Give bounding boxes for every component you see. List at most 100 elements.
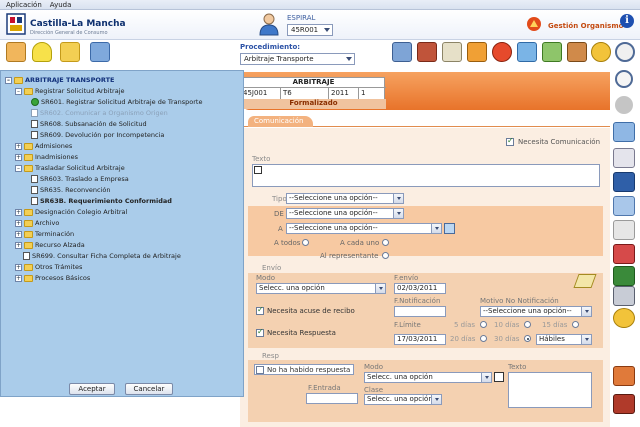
collapse-icon[interactable]: – xyxy=(15,87,22,95)
clip-icon[interactable] xyxy=(613,244,635,264)
menu-aplicacion[interactable]: Aplicación xyxy=(6,1,42,9)
share-icon[interactable] xyxy=(613,196,635,216)
expand-icon[interactable]: + xyxy=(15,274,22,282)
accept-button[interactable]: Aceptar xyxy=(69,383,115,395)
tools-icon[interactable] xyxy=(6,42,26,62)
tree-node-recurso[interactable]: + Recurso Alzada xyxy=(15,240,85,250)
settings-icon[interactable] xyxy=(591,42,611,62)
expand-icon[interactable]: + xyxy=(15,153,22,161)
expand-icon[interactable]: + xyxy=(15,142,22,150)
tree-node-sr63b[interactable]: SR63B. Requerimiento Conformidad xyxy=(31,196,172,206)
tree-node-registrar[interactable]: – Registrar Solicitud Arbitraje xyxy=(15,86,125,96)
dias-10-radio[interactable] xyxy=(524,321,531,328)
expand-icon[interactable]: + xyxy=(15,230,22,238)
procedimiento-select[interactable]: Arbitraje Transporte xyxy=(240,53,355,65)
dias-20-radio[interactable] xyxy=(480,335,487,342)
necesita-acuse-checkbox[interactable] xyxy=(256,305,264,315)
tree-node-procesos[interactable]: + Procesos Básicos xyxy=(15,273,90,283)
documents-icon[interactable] xyxy=(442,42,462,62)
print-icon[interactable] xyxy=(613,286,635,306)
al-representante-radio[interactable] xyxy=(382,252,389,259)
edit-icon[interactable] xyxy=(613,122,635,142)
expand-icon[interactable]: + xyxy=(15,208,22,216)
tree-node-sr601[interactable]: SR601. Registrar Solicitud Arbitraje de … xyxy=(31,97,202,107)
menu-ayuda[interactable]: Ayuda xyxy=(50,1,72,9)
modo-select[interactable]: Selecc. una opción xyxy=(256,283,386,294)
f-envio-input[interactable]: 02/03/2011 xyxy=(394,283,446,294)
gestion-organismo-link[interactable]: Gestión Organismo xyxy=(548,22,623,30)
tree-node-sr699[interactable]: SR699. Consultar Ficha Completa de Arbit… xyxy=(23,251,181,261)
tree-root[interactable]: – ARBITRAJE TRANSPORTE xyxy=(5,75,114,85)
dias-15-radio[interactable] xyxy=(572,321,579,328)
collapse-icon[interactable]: – xyxy=(15,164,22,172)
exit-icon[interactable] xyxy=(613,394,635,414)
books-icon[interactable] xyxy=(392,42,412,62)
a-todos-radio[interactable] xyxy=(302,239,309,246)
tree-node-terminacion[interactable]: + Terminación xyxy=(15,229,74,239)
tree-node-sr609[interactable]: SR609. Devolución por Incompetencia xyxy=(31,130,164,140)
globe-icon[interactable] xyxy=(492,42,512,62)
settings-icon[interactable] xyxy=(613,308,635,328)
tree-node-trasladar[interactable]: – Trasladar Solicitud Arbitraje xyxy=(15,163,125,173)
calendar-icon[interactable] xyxy=(467,42,487,62)
a-cada-uno-radio[interactable] xyxy=(382,239,389,246)
tree-node-otros[interactable]: + Otros Trámites xyxy=(15,262,82,272)
texto-textarea[interactable] xyxy=(252,164,600,187)
habiles-select[interactable]: Hábiles xyxy=(536,334,592,345)
dias-30-radio[interactable] xyxy=(524,335,531,342)
tab-comunicacion[interactable]: Comunicación xyxy=(248,116,314,127)
resp-texto-textarea[interactable] xyxy=(508,372,592,408)
tree-node-designacion[interactable]: + Designación Colegio Arbitral xyxy=(15,207,127,217)
necesita-comunicacion-checkbox[interactable] xyxy=(506,136,514,146)
necesita-respuesta-checkbox[interactable] xyxy=(256,327,264,337)
dias-5-radio[interactable] xyxy=(480,321,487,328)
f-entrada-input[interactable] xyxy=(306,393,358,404)
a-select[interactable]: --Seleccione una opción-- xyxy=(286,223,442,234)
transfer-icon[interactable] xyxy=(542,42,562,62)
cancel-button[interactable]: Cancelar xyxy=(125,383,173,395)
lightbulb-icon[interactable] xyxy=(32,42,52,62)
save-icon[interactable] xyxy=(613,172,635,192)
tree-node-archivo[interactable]: + Archivo xyxy=(15,218,59,228)
text-editor-icon[interactable] xyxy=(494,372,504,382)
motivo-select[interactable]: --Seleccione una opción-- xyxy=(480,306,592,317)
no-respuesta-checkbox[interactable] xyxy=(256,366,264,374)
tree-node-sr603[interactable]: SR603. Traslado a Empresa xyxy=(31,174,129,184)
tree-node-sr635[interactable]: SR635. Reconvención xyxy=(31,185,111,195)
tree-node-inadmisiones[interactable]: + Inadmisiones xyxy=(15,152,78,162)
abacus-icon[interactable] xyxy=(567,42,587,62)
back-icon[interactable] xyxy=(615,96,633,114)
expand-icon[interactable]: + xyxy=(15,241,22,249)
zoom-icon[interactable] xyxy=(615,42,635,62)
user-icon xyxy=(259,13,279,36)
document-icon xyxy=(31,120,38,128)
tools-icon[interactable] xyxy=(613,366,635,386)
necesita-acuse-label: Necesita acuse de recibo xyxy=(267,307,355,315)
f-notificacion-input[interactable] xyxy=(394,306,446,317)
attach-icon[interactable] xyxy=(613,220,635,240)
envelope-icon[interactable] xyxy=(613,148,635,168)
info-icon[interactable]: i xyxy=(620,14,634,28)
search-docs-icon[interactable] xyxy=(517,42,537,62)
library-icon[interactable] xyxy=(417,42,437,62)
folder-icon[interactable] xyxy=(60,42,80,62)
resp-modo-select[interactable]: Selecc. una opción xyxy=(364,372,492,383)
expand-icon[interactable]: + xyxy=(15,263,22,271)
tree-node-admisiones[interactable]: + Admisiones xyxy=(15,141,72,151)
folder-icon xyxy=(24,164,33,172)
f-limite-input[interactable]: 17/03/2011 xyxy=(394,334,446,345)
excel-icon[interactable] xyxy=(613,266,635,286)
dias-20-label: 20 días xyxy=(450,335,476,343)
collapse-icon[interactable]: – xyxy=(5,76,12,84)
user-select[interactable]: 45R001 xyxy=(287,24,333,36)
magnifier-icon[interactable] xyxy=(615,70,633,88)
text-editor-icon[interactable] xyxy=(254,166,262,174)
tipo-select[interactable]: --Seleccione una opción-- xyxy=(286,193,404,204)
tree-node-label: Admisiones xyxy=(35,142,73,150)
clase-select[interactable]: Selecc. una opción xyxy=(364,394,442,405)
expand-icon[interactable]: + xyxy=(15,219,22,227)
tree-node-sr608[interactable]: SR608. Subsanación de Solicitud xyxy=(31,119,147,129)
de-select[interactable]: --Seleccione una opción-- xyxy=(286,208,404,219)
network-icon[interactable] xyxy=(90,42,110,62)
lookup-icon[interactable] xyxy=(444,223,455,234)
